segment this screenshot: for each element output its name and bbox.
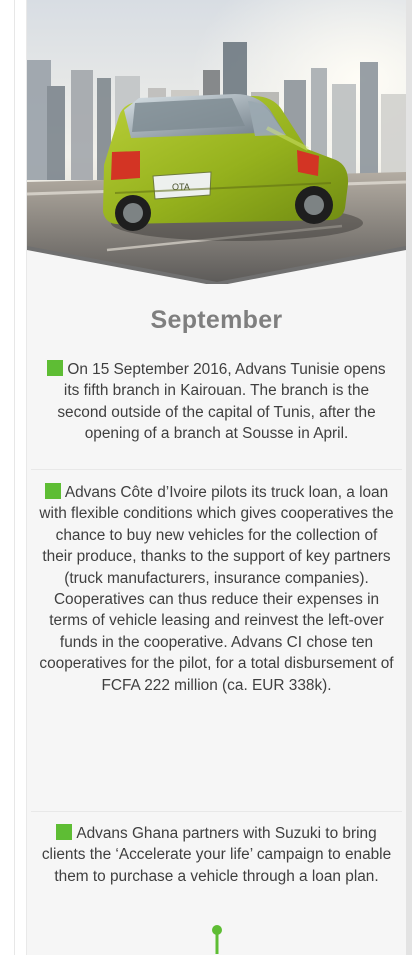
news-item-ghana: Advans Ghana partners with Suzuki to bri… [39,823,394,887]
news-item-tunisie: On 15 September 2016, Advans Tunisie ope… [39,359,394,445]
section-divider [31,469,402,470]
left-rule [14,0,15,955]
green-square-icon [44,483,61,499]
green-square-icon [56,824,73,840]
news-item-text: Advans Côte d’Ivoire pilots its truck lo… [39,484,394,694]
news-item-cote-divoire: Advans Côte d’Ivoire pilots its truck lo… [39,482,394,696]
timeline-pin-icon [212,925,222,954]
hero-image: OTA [27,0,406,284]
news-item-text: Advans Ghana partners with Suzuki to bri… [41,825,392,885]
timeline-card: OTA September On 15 September 2016, Adva… [27,0,406,955]
green-square-icon [47,360,64,376]
section-divider [31,811,402,812]
month-heading: September [150,306,283,334]
page: OTA September On 15 September 2016, Adva… [0,0,414,955]
news-item-text: On 15 September 2016, Advans Tunisie ope… [57,361,386,443]
